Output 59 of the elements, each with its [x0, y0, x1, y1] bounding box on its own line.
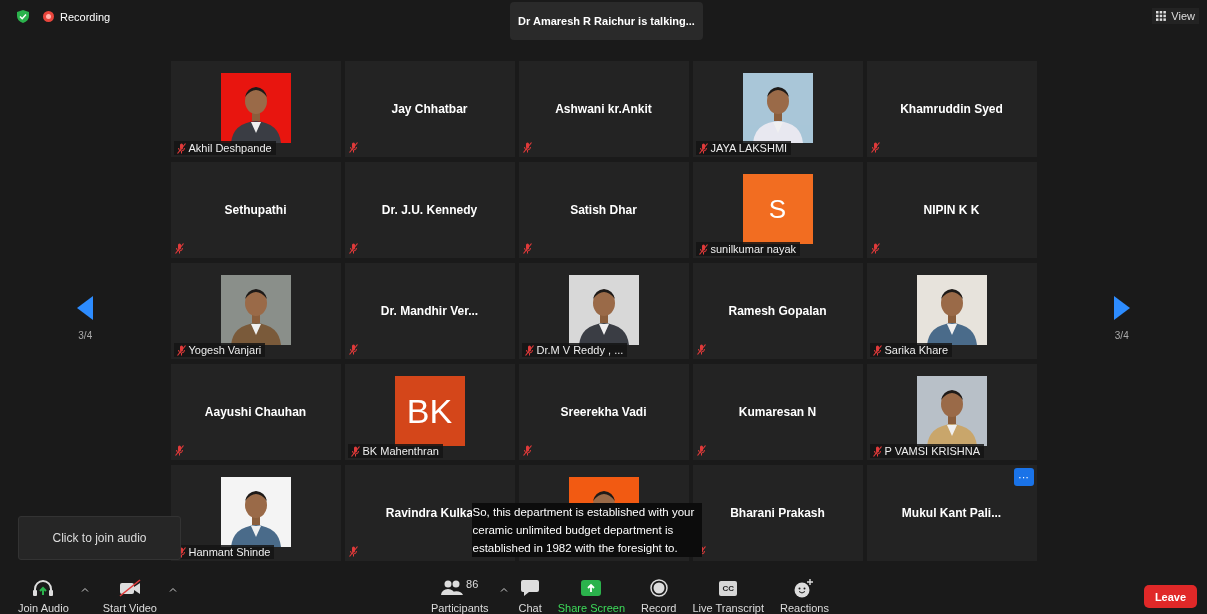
participant-name: Ramesh Gopalan [728, 304, 827, 318]
participant-name: Ravindra Kulka [385, 506, 474, 520]
headphones-icon [32, 579, 55, 597]
chat-bubble-icon [520, 579, 541, 597]
participants-button[interactable]: 86 Participants [423, 578, 497, 614]
participant-name: NIPIN K K [923, 203, 980, 217]
participant-name: Dr. Mandhir Ver... [380, 304, 479, 318]
participant-name: Mukul Kant Pali... [901, 506, 1002, 520]
share-screen-icon [581, 580, 602, 596]
participant-name: Sethupathi [224, 203, 287, 217]
leave-button[interactable]: Leave [1144, 585, 1197, 608]
view-button[interactable]: View [1152, 8, 1199, 24]
participant-name: Aayushi Chauhan [204, 405, 307, 419]
share-button[interactable]: Share Screen [549, 578, 633, 614]
shield-icon[interactable] [17, 10, 29, 23]
participant-name: Khamruddin Syed [900, 102, 1003, 116]
smiley-icon [794, 578, 815, 598]
page-indicator: 3/4 [1114, 330, 1129, 341]
participant-name: Sarika Khare [869, 343, 953, 357]
caret-icon[interactable] [500, 587, 509, 592]
participant-name: JAYA LAKSHMI [695, 141, 792, 155]
participant-name: sunilkumar nayak [695, 242, 801, 256]
participant-name: BK Mahenthran [347, 444, 443, 458]
record-icon [649, 579, 668, 597]
video-off-icon [117, 579, 142, 597]
reactions-button[interactable]: Reactions [772, 578, 837, 614]
initials-avatar: BK [394, 376, 465, 446]
participant-name: Jay Chhatbar [391, 102, 468, 116]
tooltip: Click to join audio [18, 516, 181, 560]
transcript-button[interactable]: CC Live Transcript [684, 578, 772, 614]
participant-name: Akhil Deshpande [173, 141, 276, 155]
initials-avatar: S [742, 174, 813, 244]
participant-name: Bharani Prakash [730, 506, 825, 520]
participant-name: Ashwani kr.Ankit [555, 102, 652, 116]
participant-name: P VAMSI KRISHNA [869, 444, 985, 458]
closed-caption-icon: CC [719, 580, 737, 596]
caret-icon[interactable] [169, 587, 177, 592]
caret-icon[interactable] [80, 587, 89, 592]
next-page-icon[interactable] [1113, 296, 1130, 320]
participant-name: Kumaresan N [738, 405, 817, 419]
recording-label: Recording [60, 10, 111, 23]
previous-page-icon[interactable] [77, 296, 94, 320]
participant-name: Satish Dhar [570, 203, 637, 217]
recording-dot-icon [43, 11, 54, 22]
participant-name: Dr.M V Reddy , ... [521, 343, 628, 357]
record-button[interactable]: Record [633, 578, 685, 614]
participant-name: Dr. J.U. Kennedy [381, 203, 478, 217]
participant-name: Yogesh Vanjari [173, 343, 266, 357]
grid-icon [1156, 11, 1167, 21]
speaker-notice: Dr Amaresh R Raichur is talking... [510, 2, 703, 40]
people-icon [441, 580, 464, 596]
participant-count: 86 [466, 578, 479, 590]
caption-text: So, this department is established with your ceramic unlimited budget department is established in 1982 with the foresight to. [471, 503, 702, 557]
page-indicator: 3/4 [78, 330, 93, 341]
participant-name: Sreerekha Vadi [560, 405, 647, 419]
chat-button[interactable]: Chat [510, 578, 550, 614]
video-button[interactable]: Start Video [94, 578, 165, 614]
audio-button[interactable]: Join Audio [10, 578, 77, 614]
more-options-button[interactable]: ··· [1013, 468, 1034, 486]
